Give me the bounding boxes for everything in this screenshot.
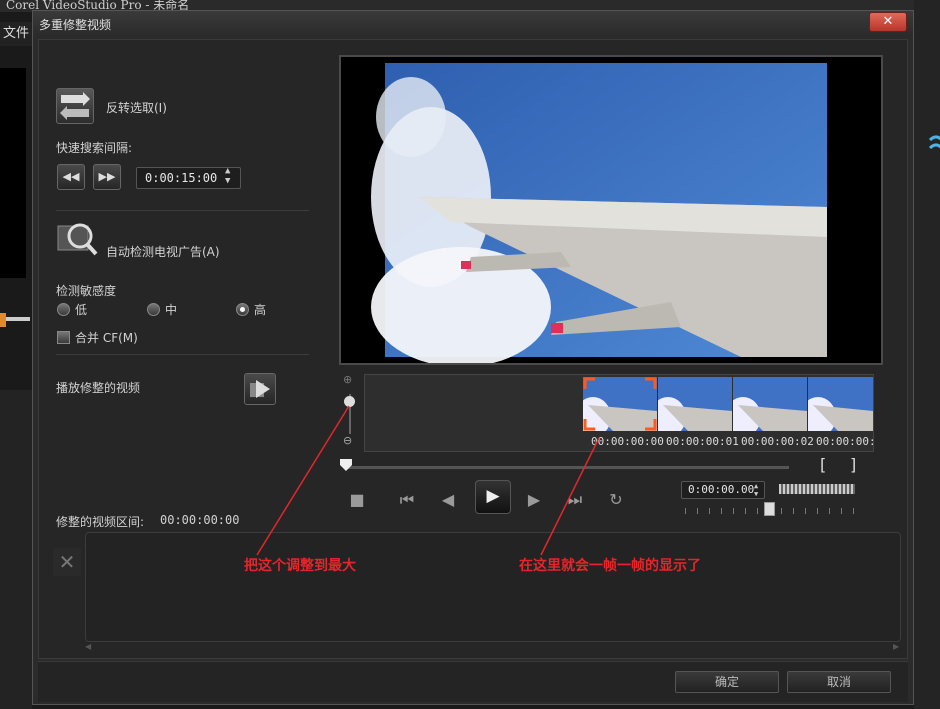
background-preview [0,68,26,278]
dialog-title-bar: 多重修整视频 ✕ [33,11,913,37]
dialog-footer: 确定 取消 [38,661,908,702]
annotation-arrows [256,405,600,556]
annotation-left: 把这个调整到最大 [244,558,356,574]
background-slider [0,305,30,335]
ok-button[interactable]: 确定 [675,671,779,693]
dialog-title: 多重修整视频 [39,18,112,32]
multi-trim-dialog: 多重修整视频 ✕ 反转选取(I) 快速搜索间隔: ◀◀ ▶▶ 0:00:15:0… [32,10,914,705]
cancel-button[interactable]: 取消 [787,671,891,693]
background-right-panel [914,0,940,709]
background-left-panel [0,390,32,709]
annotation-right: 在这里就会一帧一帧的显示了 [519,558,701,574]
close-button[interactable]: ✕ [869,12,907,32]
menu-file[interactable]: 文件 [0,22,35,46]
dialog-content: 反转选取(I) 快速搜索间隔: ◀◀ ▶▶ 0:00:15:00 ▲ ▼ 自动检测… [38,39,908,659]
